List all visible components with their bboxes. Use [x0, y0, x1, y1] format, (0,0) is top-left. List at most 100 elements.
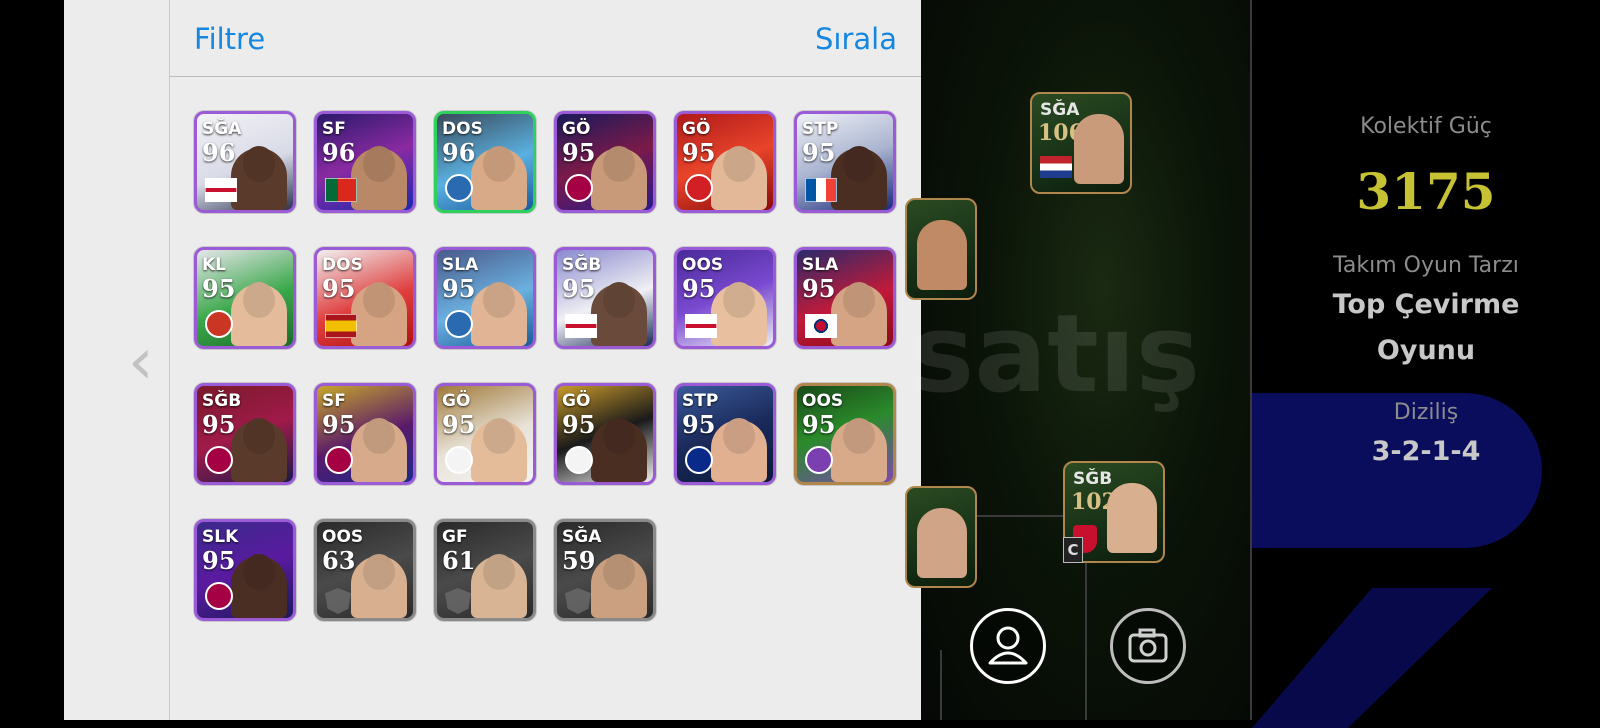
flag-england-icon: [205, 178, 237, 202]
player-card[interactable]: GÖ 95: [434, 383, 536, 485]
player-portrait: [231, 148, 287, 210]
player-card[interactable]: OOS 95: [674, 247, 776, 349]
flag-korea-icon: [805, 314, 837, 338]
panel-divider: [169, 0, 170, 720]
player-portrait: [711, 284, 767, 346]
player-rating: 96: [442, 138, 476, 167]
player-portrait: [351, 556, 407, 618]
player-portrait: [591, 556, 647, 618]
collective-power-label: Kolektif Güç: [1360, 114, 1492, 139]
player-card[interactable]: DOS 95: [314, 247, 416, 349]
player-position: SĞB: [202, 391, 242, 411]
player-card[interactable]: SĞA 59: [554, 519, 656, 621]
club-crest-barcelona-icon: [205, 582, 233, 610]
player-portrait: [1074, 114, 1124, 184]
player-position: SLA: [802, 255, 839, 275]
player-position: DOS: [442, 119, 483, 139]
player-card[interactable]: GF 61: [434, 519, 536, 621]
filter-button[interactable]: Filtre: [194, 22, 265, 56]
player-card[interactable]: SF 96: [314, 111, 416, 213]
player-position: OOS: [682, 255, 724, 275]
club-crest-barcelona-icon: [205, 446, 233, 474]
club-crest-purple-icon: [805, 446, 833, 474]
player-position: STP: [802, 119, 839, 139]
player-rating: 95: [202, 546, 236, 575]
club-crest-blue-icon: [445, 174, 473, 202]
formation-label: Diziliş: [1393, 400, 1459, 425]
player-rating: 95: [562, 410, 596, 439]
player-position: DOS: [322, 255, 363, 275]
player-card[interactable]: SĞA 96: [194, 111, 296, 213]
sort-button[interactable]: Sırala: [815, 22, 897, 56]
back-arrow-icon[interactable]: ‹: [128, 330, 158, 394]
player-rating: 95: [322, 410, 356, 439]
flag-portugal-icon: [325, 178, 357, 202]
player-card-grid: SĞA 96 SF 96 DOS 96 GÖ 95 GÖ 95 STP 95 KL 95 DOS 95 SLA 9…: [194, 111, 896, 621]
team-playstyle-label: Takım Oyun Tarzı: [1333, 253, 1519, 278]
player-rating: 63: [322, 546, 356, 575]
camera-icon: [1128, 628, 1168, 663]
player-rating: 95: [682, 138, 716, 167]
gray-crest-icon: [565, 588, 591, 614]
player-position: KL: [202, 255, 227, 275]
player-portrait: [831, 420, 887, 482]
player-rating: 95: [682, 410, 716, 439]
player-card[interactable]: STP 95: [674, 383, 776, 485]
pitch-line: [940, 650, 942, 720]
player-position: SĞB: [562, 255, 602, 275]
player-rating: 95: [682, 274, 716, 303]
player-card[interactable]: SLA 95: [794, 247, 896, 349]
player-portrait: [831, 148, 887, 210]
pitch-player-card[interactable]: [905, 198, 977, 300]
flag-france-icon: [805, 178, 837, 202]
player-position: OOS: [322, 527, 364, 547]
player-position: GÖ: [442, 391, 471, 411]
player-portrait: [711, 420, 767, 482]
player-card[interactable]: DOS 96: [434, 111, 536, 213]
club-crest-blue-icon: [445, 310, 473, 338]
player-card[interactable]: GÖ 95: [674, 111, 776, 213]
player-portrait: [591, 420, 647, 482]
player-portrait: [351, 284, 407, 346]
player-card[interactable]: GÖ 95: [554, 383, 656, 485]
player-card[interactable]: SLA 95: [434, 247, 536, 349]
player-portrait: [471, 148, 527, 210]
player-card[interactable]: SF 95: [314, 383, 416, 485]
club-crest-inter-icon: [685, 446, 713, 474]
flag-netherlands-icon: [1040, 156, 1072, 178]
player-portrait: [231, 556, 287, 618]
player-position: SĞA: [202, 119, 242, 139]
panel-header: Filtre Sırala: [170, 0, 921, 77]
club-crest-barcelona-icon: [325, 446, 353, 474]
player-rating: 95: [562, 138, 596, 167]
player-rating: 95: [802, 410, 836, 439]
player-position: SĞB: [1073, 469, 1113, 489]
player-rating: 95: [322, 274, 356, 303]
watermark-logo: satış: [910, 292, 1201, 417]
player-card[interactable]: OOS 63: [314, 519, 416, 621]
flag-spain-icon: [325, 314, 357, 338]
player-portrait: [591, 284, 647, 346]
player-card[interactable]: KL 95: [194, 247, 296, 349]
player-card[interactable]: OOS 95: [794, 383, 896, 485]
player-profile-button[interactable]: [970, 608, 1046, 684]
player-card[interactable]: STP 95: [794, 111, 896, 213]
player-position: SF: [322, 391, 346, 411]
screenshot-button[interactable]: [1110, 608, 1186, 684]
player-card[interactable]: SĞB 95: [554, 247, 656, 349]
club-crest-atletico-icon: [205, 310, 233, 338]
collective-power-value: 3175: [1356, 162, 1496, 221]
player-rating: 95: [202, 274, 236, 303]
player-card[interactable]: SLK 95: [194, 519, 296, 621]
player-position: GÖ: [682, 119, 711, 139]
player-rating: 96: [322, 138, 356, 167]
player-card[interactable]: SĞB 95: [194, 383, 296, 485]
player-rating: 59: [562, 546, 596, 575]
player-rating: 95: [562, 274, 596, 303]
player-card[interactable]: GÖ 95: [554, 111, 656, 213]
pitch-player-card[interactable]: [905, 486, 977, 588]
player-position: SĞA: [1040, 100, 1080, 120]
team-playstyle-value-line2: Oyunu: [1376, 335, 1476, 366]
flag-england-icon: [685, 314, 717, 338]
pitch-player-card[interactable]: SĞA 106: [1030, 92, 1132, 194]
